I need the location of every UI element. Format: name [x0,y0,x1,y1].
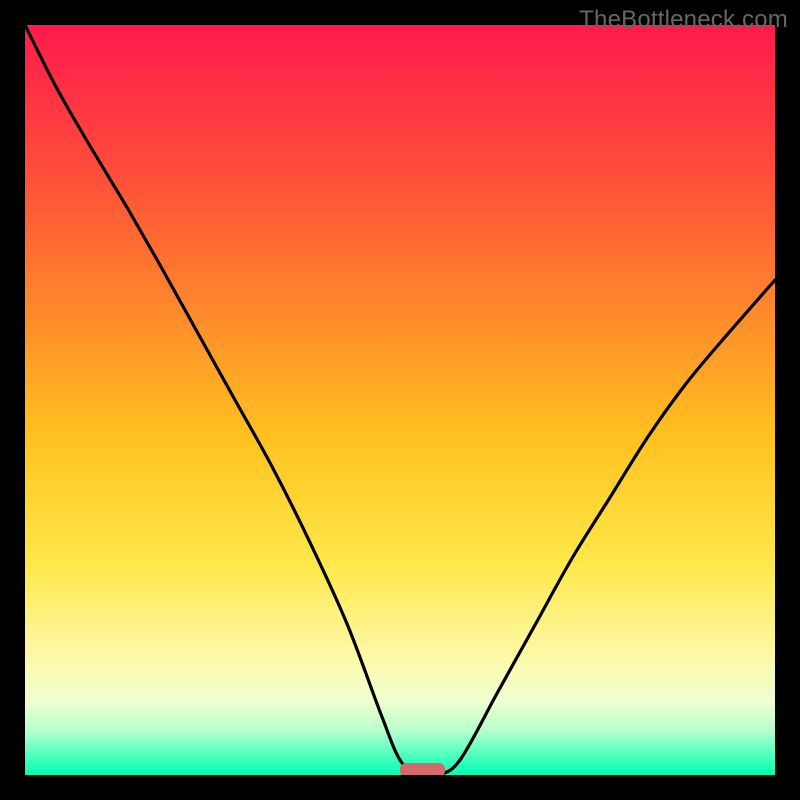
chart-frame: TheBottleneck.com [0,0,800,800]
plot-area [25,25,775,775]
optimal-marker [400,763,445,775]
gradient-background [25,25,775,775]
watermark-text: TheBottleneck.com [579,6,788,34]
chart-svg [25,25,775,775]
